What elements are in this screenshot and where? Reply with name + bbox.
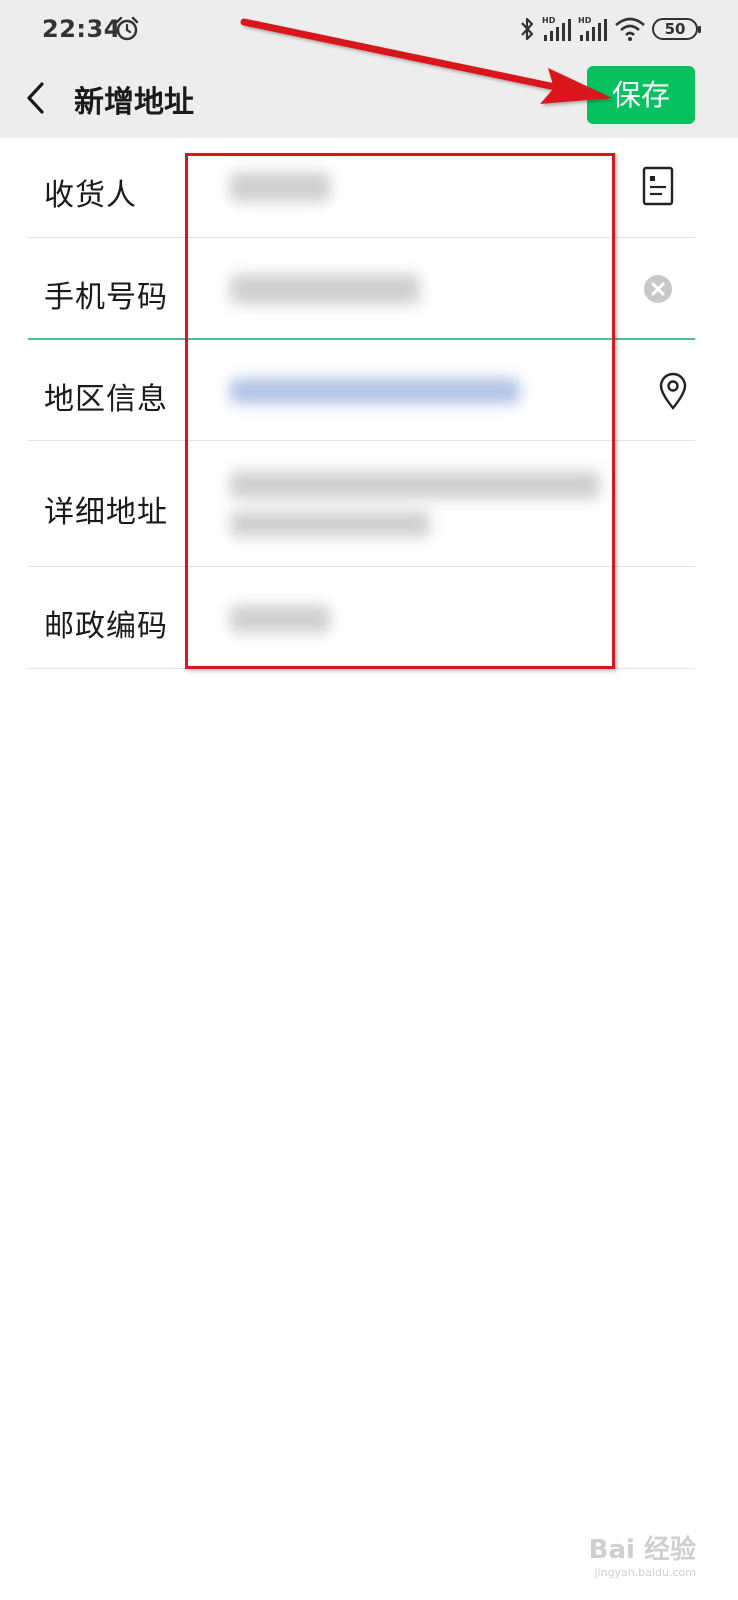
recipient-label: 收货人: [44, 178, 137, 213]
watermark-domain: jingyan.baidu.com: [594, 1566, 696, 1579]
phone-label: 手机号码: [44, 280, 168, 315]
detail-address-label: 详细地址: [44, 495, 168, 530]
postal-code-label: 邮政编码: [44, 609, 168, 644]
location-pin-icon[interactable]: [658, 372, 688, 410]
annotation-arrow-icon: [240, 18, 612, 104]
annotation-box: [185, 153, 615, 669]
watermark-brand: Bai 经验: [588, 1535, 696, 1565]
contact-card-icon[interactable]: [642, 166, 674, 206]
baidu-watermark: Bai 经验 jingyan.baidu.com: [589, 1537, 696, 1578]
clear-icon[interactable]: [643, 274, 673, 304]
region-label: 地区信息: [44, 382, 168, 417]
